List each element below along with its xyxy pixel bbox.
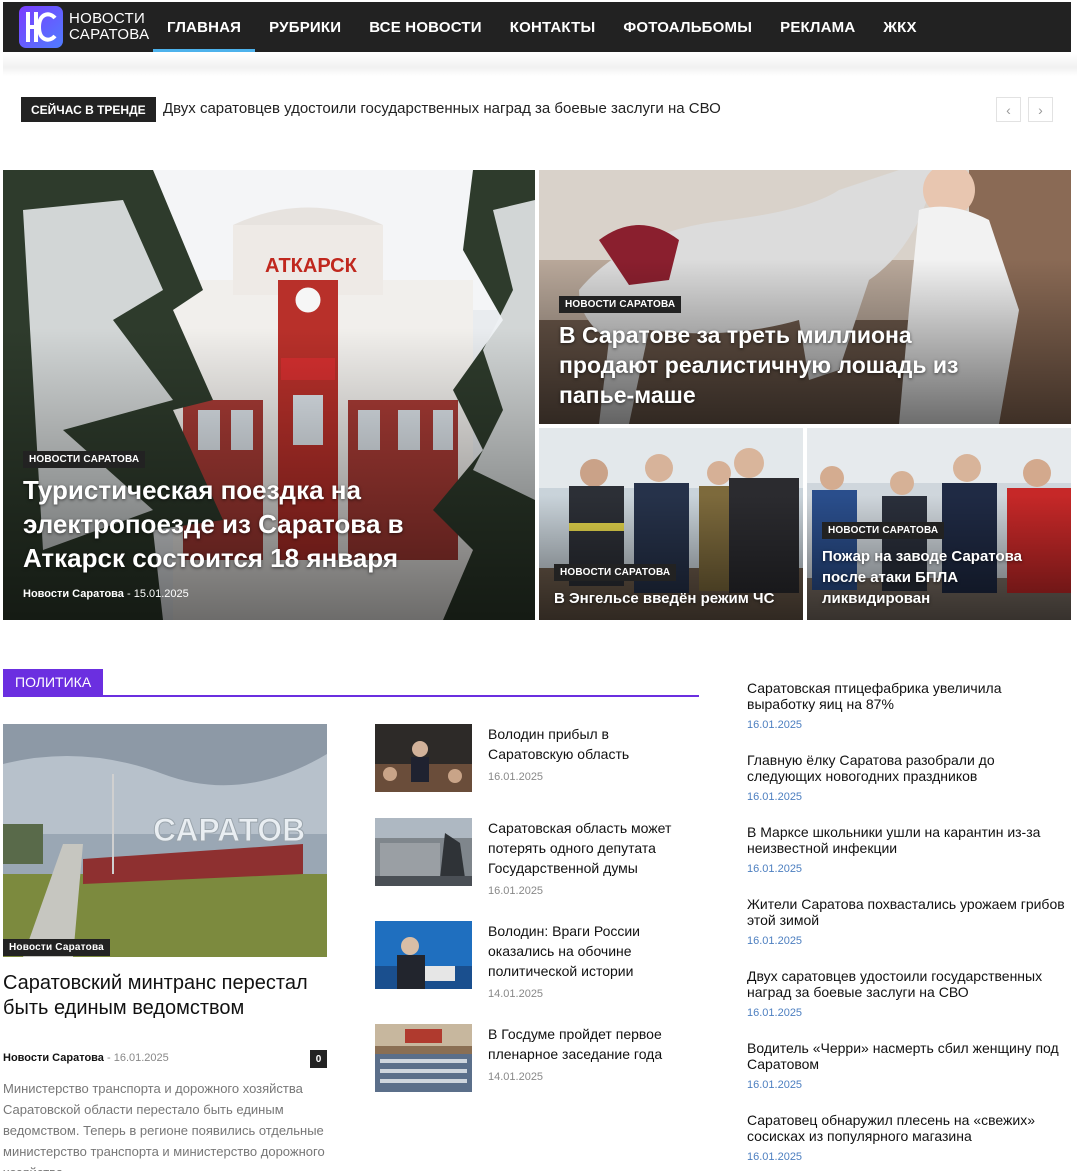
sidebar-news-date: 16.01.2025 bbox=[747, 1151, 803, 1163]
nav-item-housing[interactable]: ЖКХ bbox=[869, 2, 930, 52]
header-shadow bbox=[3, 54, 1077, 76]
politics-list-item[interactable]: Володин прибыл в Саратовскую область 16.… bbox=[375, 724, 695, 804]
meta-separator: - bbox=[126, 588, 131, 600]
sidebar-news-title[interactable]: Двух саратовцев удостоили государственны… bbox=[747, 968, 1073, 1000]
sidebar-news-item[interactable]: Саратовская птицефабрика увеличила выраб… bbox=[747, 680, 1073, 752]
politics-item-thumbnail[interactable] bbox=[375, 1024, 472, 1092]
politics-item-thumbnail[interactable] bbox=[375, 921, 472, 989]
politics-list-item[interactable]: В Госдуме пройдет первое пленарное засед… bbox=[375, 1024, 695, 1104]
sidebar-news-list: Саратовская птицефабрика увеличила выраб… bbox=[747, 680, 1073, 1171]
meta-separator: - bbox=[106, 1052, 111, 1064]
politics-item-date: 16.01.2025 bbox=[488, 771, 544, 783]
featured-main-tile[interactable]: АТКАРСК НОВОСТИ САРАТОВА Туристическая п… bbox=[3, 170, 535, 620]
politics-section-header: ПОЛИТИКА bbox=[3, 669, 699, 697]
politics-item-title[interactable]: Саратовская область может потерять одног… bbox=[488, 818, 688, 878]
politics-lead-title[interactable]: Саратовский минтранс перестал быть едины… bbox=[3, 971, 327, 1021]
nav-item-rubrics[interactable]: РУБРИКИ bbox=[255, 2, 355, 52]
featured-main-date: 15.01.2025 bbox=[133, 588, 189, 600]
sidebar-news-item[interactable]: Двух саратовцев удостоили государственны… bbox=[747, 968, 1073, 1040]
politics-lead-photo: САРАТОВ bbox=[3, 724, 327, 957]
logo-mark-icon bbox=[19, 6, 63, 48]
sidebar-news-item[interactable]: В Марксе школьники ушли на карантин из-з… bbox=[747, 824, 1073, 896]
politics-item-photo bbox=[375, 1024, 472, 1092]
politics-item-date: 16.01.2025 bbox=[488, 885, 544, 897]
nav-item-contacts[interactable]: КОНТАКТЫ bbox=[496, 2, 610, 52]
politics-lead-author[interactable]: Новости Саратова bbox=[3, 1052, 104, 1064]
sidebar-news-title[interactable]: Саратовец обнаружил плесень на «свежих» … bbox=[747, 1112, 1073, 1144]
politics-lead-date: 16.01.2025 bbox=[113, 1052, 169, 1064]
chevron-left-icon: ‹ bbox=[1006, 101, 1011, 118]
politics-lead-meta: Новости Саратова - 16.01.2025 bbox=[3, 1052, 169, 1064]
politics-list-item[interactable]: Саратовская область может потерять одног… bbox=[375, 818, 695, 898]
chevron-right-icon: › bbox=[1038, 101, 1043, 118]
politics-list-item[interactable]: Володин: Враги России оказались на обочи… bbox=[375, 921, 695, 1001]
featured-main-meta: Новости Саратова - 15.01.2025 bbox=[23, 588, 189, 600]
top-navigation-bar: НОВОСТИ САРАТОВА ГЛАВНАЯ РУБРИКИ ВСЕ НОВ… bbox=[3, 2, 1071, 52]
featured-bottom-left-title[interactable]: В Энгельсе введён режим ЧС bbox=[554, 589, 794, 608]
sidebar-news-date: 16.01.2025 bbox=[747, 791, 803, 803]
station-sign: АТКАРСК bbox=[265, 255, 358, 277]
politics-lead-excerpt: Министерство транспорта и дорожного хозя… bbox=[3, 1081, 325, 1171]
sidebar-news-date: 16.01.2025 bbox=[747, 935, 803, 947]
sidebar-news-title[interactable]: Жители Саратова похвастались урожаем гри… bbox=[747, 896, 1073, 928]
comment-count-badge[interactable]: 0 bbox=[310, 1050, 327, 1068]
sidebar-news-date: 16.01.2025 bbox=[747, 1007, 803, 1019]
featured-main-category[interactable]: НОВОСТИ САРАТОВА bbox=[23, 451, 146, 468]
nav-item-home[interactable]: ГЛАВНАЯ bbox=[153, 2, 256, 52]
nav-item-all-news[interactable]: ВСЕ НОВОСТИ bbox=[355, 2, 496, 52]
sidebar-news-title[interactable]: Саратовская птицефабрика увеличила выраб… bbox=[747, 680, 1073, 712]
logo-text: НОВОСТИ САРАТОВА bbox=[69, 11, 149, 43]
sidebar-news-date: 16.01.2025 bbox=[747, 719, 803, 731]
featured-main-author[interactable]: Новости Саратова bbox=[23, 588, 124, 600]
politics-item-photo bbox=[375, 818, 472, 886]
politics-item-title[interactable]: В Госдуме пройдет первое пленарное засед… bbox=[488, 1024, 688, 1064]
featured-top-right-tile[interactable]: НОВОСТИ САРАТОВА В Саратове за треть мил… bbox=[539, 170, 1071, 424]
sidebar-news-date: 16.01.2025 bbox=[747, 863, 803, 875]
sidebar-news-item[interactable]: Водитель «Черри» насмерть сбил женщину п… bbox=[747, 1040, 1073, 1112]
main-menu: ГЛАВНАЯ РУБРИКИ ВСЕ НОВОСТИ КОНТАКТЫ ФОТ… bbox=[153, 2, 931, 52]
politics-item-photo bbox=[375, 921, 472, 989]
site-logo[interactable]: НОВОСТИ САРАТОВА bbox=[19, 5, 149, 49]
politics-item-title[interactable]: Володин прибыл в Саратовскую область bbox=[488, 724, 688, 764]
nav-item-photo-albums[interactable]: ФОТОАЛЬБОМЫ bbox=[609, 2, 766, 52]
sidebar-news-title[interactable]: Главную ёлку Саратова разобрали до следу… bbox=[747, 752, 1073, 784]
featured-bottom-left-tile[interactable]: НОВОСТИ САРАТОВА В Энгельсе введён режим… bbox=[539, 428, 803, 620]
politics-lead-image[interactable]: САРАТОВ Новости Саратова bbox=[3, 724, 327, 957]
sidebar-news-title[interactable]: В Марксе школьники ушли на карантин из-з… bbox=[747, 824, 1073, 856]
featured-bottom-left-category[interactable]: НОВОСТИ САРАТОВА bbox=[554, 564, 677, 581]
politics-item-date: 14.01.2025 bbox=[488, 1071, 544, 1083]
politics-item-title[interactable]: Володин: Враги России оказались на обочи… bbox=[488, 921, 688, 981]
featured-top-right-category[interactable]: НОВОСТИ САРАТОВА bbox=[559, 296, 682, 313]
logo-line-2: САРАТОВА bbox=[69, 26, 150, 43]
trending-next-button[interactable]: › bbox=[1028, 97, 1053, 122]
sidebar-news-item[interactable]: Жители Саратова похвастались урожаем гри… bbox=[747, 896, 1073, 968]
sidebar-news-date: 16.01.2025 bbox=[747, 1079, 803, 1091]
politics-item-photo bbox=[375, 724, 472, 792]
featured-bottom-right-category[interactable]: НОВОСТИ САРАТОВА bbox=[822, 522, 945, 539]
featured-bottom-right-tile[interactable]: НОВОСТИ САРАТОВА Пожар на заводе Саратов… bbox=[807, 428, 1071, 620]
politics-section-label[interactable]: ПОЛИТИКА bbox=[3, 669, 104, 695]
politics-item-thumbnail[interactable] bbox=[375, 818, 472, 886]
politics-item-thumbnail[interactable] bbox=[375, 724, 472, 792]
featured-main-title[interactable]: Туристическая поездка на электропоезде и… bbox=[23, 473, 443, 575]
trending-label: СЕЙЧАС В ТРЕНДЕ bbox=[21, 97, 156, 122]
featured-bottom-right-title[interactable]: Пожар на заводе Саратова после атаки БПЛ… bbox=[822, 546, 1057, 609]
featured-top-right-title[interactable]: В Саратове за треть миллиона продают реа… bbox=[559, 320, 979, 410]
saratov-sign: САРАТОВ bbox=[153, 812, 305, 848]
sidebar-news-title[interactable]: Водитель «Черри» насмерть сбил женщину п… bbox=[747, 1040, 1073, 1072]
logo-line-1: НОВОСТИ bbox=[69, 10, 146, 27]
sidebar-news-item[interactable]: Саратовец обнаружил плесень на «свежих» … bbox=[747, 1112, 1073, 1171]
trending-prev-button[interactable]: ‹ bbox=[996, 97, 1021, 122]
trending-headline[interactable]: Двух саратовцев удостоили государственны… bbox=[163, 100, 721, 117]
sidebar-news-item[interactable]: Главную ёлку Саратова разобрали до следу… bbox=[747, 752, 1073, 824]
politics-lead-image-badge[interactable]: Новости Саратова bbox=[3, 939, 110, 956]
politics-item-date: 14.01.2025 bbox=[488, 988, 544, 1000]
nav-item-advertising[interactable]: РЕКЛАМА bbox=[766, 2, 869, 52]
